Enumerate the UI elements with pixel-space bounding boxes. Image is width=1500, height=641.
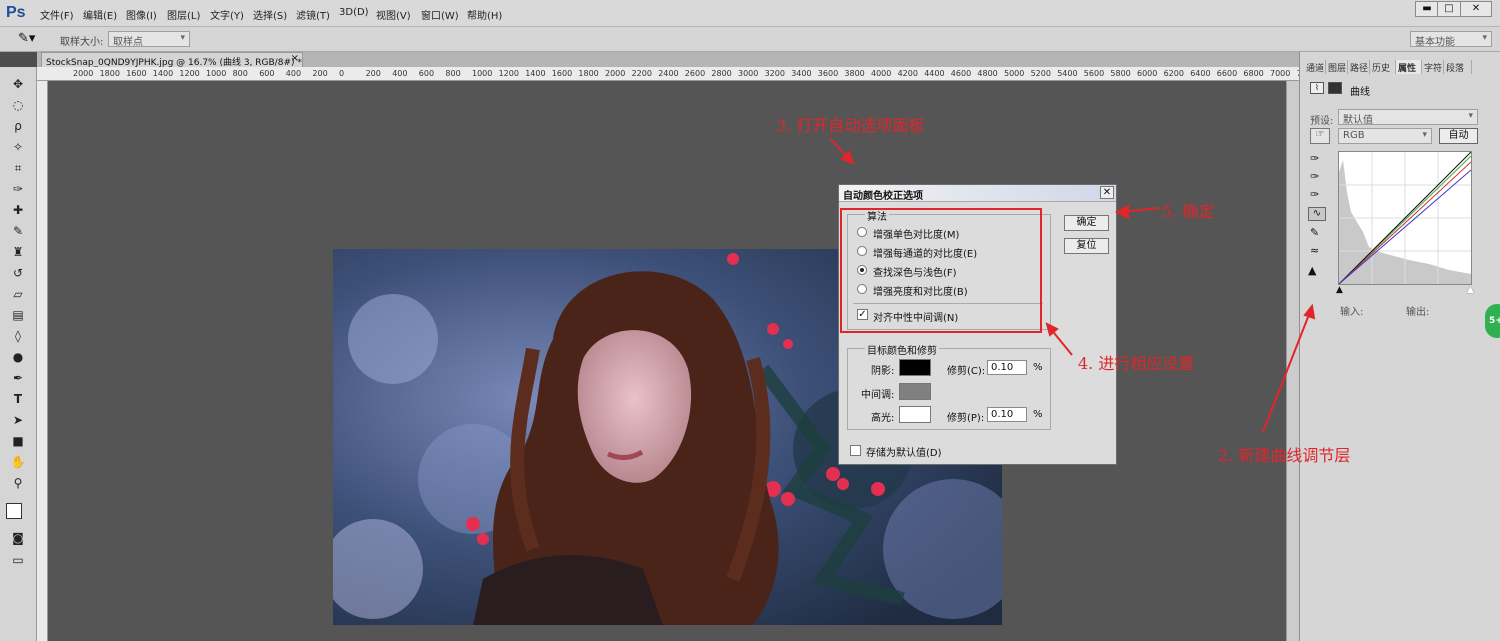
annotation-step4: 4. 进行相应设置 <box>1078 354 1195 373</box>
annotation-step3: 3. 打开自动选项面板 <box>776 116 925 135</box>
annotation-step5: 5. 确定 <box>1162 202 1215 221</box>
annotation-arrows <box>829 137 1316 433</box>
annotation-step2: 2. 新建曲线调节层 <box>1218 446 1351 465</box>
